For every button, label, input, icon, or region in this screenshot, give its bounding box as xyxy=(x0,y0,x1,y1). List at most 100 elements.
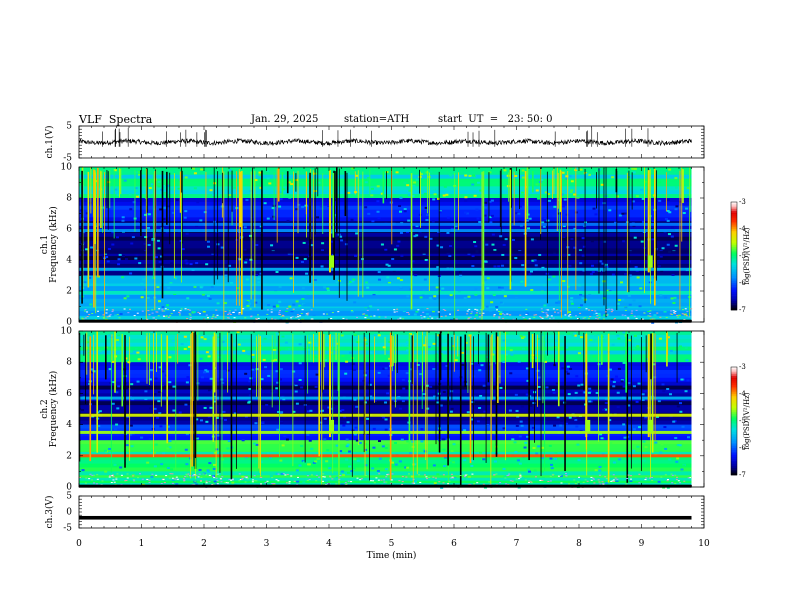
ch1-low-noise xyxy=(525,308,528,310)
ch2-colorbar-tick-label: -7 xyxy=(739,471,746,479)
ch1-low-noise xyxy=(559,310,562,312)
ch2-low-noise xyxy=(345,483,348,485)
ch1-spec-cell xyxy=(192,310,196,313)
ch1-ylabel: Frequency (kHz) xyxy=(48,206,59,283)
ch1-low-noise xyxy=(482,312,485,314)
ch2-spec-cell xyxy=(168,356,172,359)
ch2-spec-cell xyxy=(364,443,368,446)
ch2-low-noise xyxy=(259,476,262,478)
ch1-low-noise xyxy=(86,311,89,313)
ch2-streak xyxy=(426,331,428,470)
ch2-colorbar-swatch xyxy=(731,444,737,447)
ch2-spec-cell xyxy=(637,382,641,385)
ch2-spec-cell xyxy=(137,358,141,361)
ch1-spec-cell xyxy=(499,313,503,316)
ch1-spec-cell xyxy=(223,302,227,305)
ch1-streak xyxy=(357,170,359,297)
ch2-spec-cell xyxy=(450,407,454,410)
ch2-streak xyxy=(369,332,371,481)
ch1-streak xyxy=(295,173,297,192)
ch2-spec-cell xyxy=(340,421,344,424)
ch2-low-noise xyxy=(584,479,587,481)
ch1-spec-cell xyxy=(88,173,92,176)
ch2-spec-cell xyxy=(341,474,345,477)
ch2-streak xyxy=(495,332,498,457)
ch2-low-noise xyxy=(488,481,491,483)
ch1-streak xyxy=(679,170,681,310)
ch2-low-noise xyxy=(89,473,92,475)
ch2-streak xyxy=(435,333,437,445)
ch2-streak xyxy=(121,333,124,407)
ch2-spec-cell xyxy=(553,346,557,349)
ch2-low-noise xyxy=(598,474,601,476)
ch2-spec-cell xyxy=(567,332,571,335)
ch1-low-noise xyxy=(613,318,616,320)
ch1-streak xyxy=(654,168,656,306)
ch1-low-noise xyxy=(408,313,411,315)
ch2-streak xyxy=(554,332,555,366)
ch2-event-blob xyxy=(329,419,334,433)
ch1-spec-cell xyxy=(567,311,571,314)
ch2-low-noise xyxy=(664,474,667,476)
ch2-low-noise xyxy=(208,474,211,476)
ch2-spec-cell xyxy=(509,372,513,375)
ch2-low-noise xyxy=(518,478,521,480)
ch1-spec-cell xyxy=(403,208,407,211)
ch2-spec-cell xyxy=(129,350,133,353)
ch1-low-noise xyxy=(366,309,369,311)
ch2-low-noise xyxy=(442,482,445,484)
ch1-spec-cell xyxy=(175,198,179,201)
ch1-low-noise xyxy=(116,314,119,316)
ch2-spec-cell xyxy=(241,439,245,442)
ch1-spec-cell xyxy=(316,216,320,219)
ch1-spec-cell xyxy=(666,219,670,222)
ch1-streak xyxy=(81,170,83,304)
ch2-colorbar-swatch xyxy=(731,415,737,418)
ch1-spec-row xyxy=(79,217,692,222)
ch2-streak xyxy=(392,336,394,366)
ch2-spec-cell xyxy=(199,357,203,360)
ch1-spec-cell xyxy=(326,287,330,290)
ch1-spec-cell xyxy=(483,260,487,263)
ch2-spec-cell xyxy=(678,402,682,405)
ch2-low-noise xyxy=(356,477,359,479)
ch1-spec-cell xyxy=(576,196,580,199)
ch2-low-noise xyxy=(527,481,530,483)
ch2-low-noise xyxy=(677,480,680,482)
ch1-streak xyxy=(276,168,278,243)
ch2-low-noise xyxy=(380,479,383,481)
ch2-colorbar: -3-4-5-6-7log(PSD)(V²/Hz) xyxy=(730,363,751,479)
ch3-ytick-label: -5 xyxy=(63,524,72,534)
ch1-low-noise xyxy=(475,312,478,314)
ch2-streak xyxy=(358,335,360,446)
ch1-spec-cell xyxy=(124,258,128,261)
ch1-streak xyxy=(382,171,385,204)
ch2-spec-cell xyxy=(172,409,176,412)
ch2-spec-cell xyxy=(532,446,536,449)
ch2-low-noise xyxy=(108,476,111,478)
ch2-spec-cell xyxy=(369,351,373,354)
ch1-streak xyxy=(410,173,413,310)
ch2-spec-cell xyxy=(212,467,216,470)
ch1-spec-cell xyxy=(435,286,439,289)
ch1-ytick-label: 10 xyxy=(61,163,73,173)
ch1-low-noise xyxy=(596,315,599,317)
ch1-colorbar-swatch xyxy=(731,245,737,248)
ch1-spec-cell xyxy=(568,175,572,178)
ch2-spec-cell xyxy=(107,334,111,337)
ch2-spec-cell xyxy=(616,334,620,337)
ch2-low-noise xyxy=(230,479,233,481)
ch2-streak xyxy=(93,334,95,395)
ch1-spec-cell xyxy=(484,206,488,209)
ch1-spec-cell xyxy=(476,217,480,220)
ch1-spec-cell xyxy=(499,301,503,304)
ch1-low-noise xyxy=(595,317,598,319)
ch2-colorbar-tick-label: -3 xyxy=(739,363,746,371)
ch1-spec-cell xyxy=(344,243,348,246)
ch2-spec-cell xyxy=(298,464,302,467)
ch2-spec-cell xyxy=(571,417,575,420)
ch1-low-noise xyxy=(250,316,253,318)
ch2-low-noise xyxy=(450,473,453,475)
ch2-ytick-label: 10 xyxy=(61,327,73,337)
ch1-colorbar-tick-label: -7 xyxy=(739,306,746,314)
